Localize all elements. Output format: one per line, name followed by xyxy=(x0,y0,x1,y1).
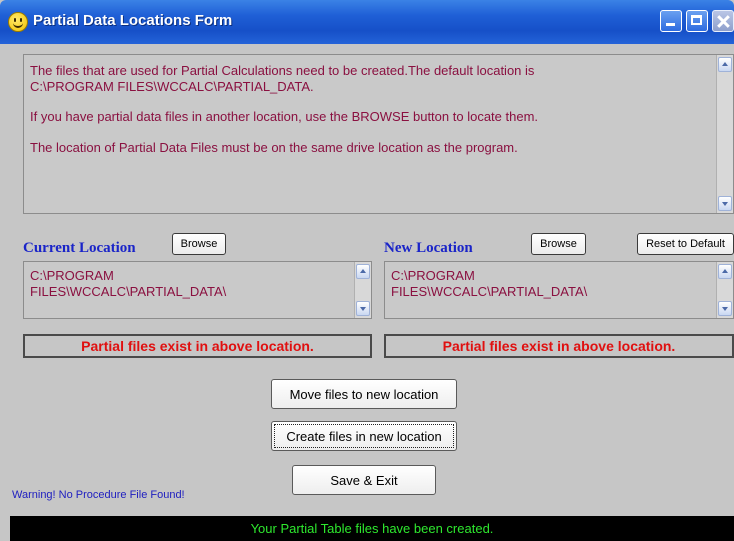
create-files-button[interactable]: Create files in new location xyxy=(271,421,457,451)
current-path-line-1: C:\PROGRAM xyxy=(30,268,114,283)
new-location-path: C:\PROGRAM FILES\WCCALC\PARTIAL_DATA\ xyxy=(391,268,709,299)
current-location-label: Current Location xyxy=(23,240,136,256)
current-location-status: Partial files exist in above location. xyxy=(23,334,372,358)
new-location-textbox[interactable]: C:\PROGRAM FILES\WCCALC\PARTIAL_DATA\ xyxy=(384,261,734,319)
scroll-up-icon[interactable] xyxy=(356,264,370,279)
status-bar: Your Partial Table files have been creat… xyxy=(10,516,734,541)
current-browse-button[interactable]: Browse xyxy=(172,233,226,255)
new-location-status: Partial files exist in above location. xyxy=(384,334,734,358)
reset-to-default-button[interactable]: Reset to Default xyxy=(637,233,734,255)
current-location-textbox[interactable]: C:\PROGRAM FILES\WCCALC\PARTIAL_DATA\ xyxy=(23,261,372,319)
current-path-line-2: FILES\WCCALC\PARTIAL_DATA\ xyxy=(30,283,227,299)
window-title: Partial Data Locations Form xyxy=(33,12,233,29)
info-line-2: C:\PROGRAM FILES\WCCALC\PARTIAL_DATA. xyxy=(30,78,314,94)
new-path-line-1: C:\PROGRAM xyxy=(391,268,475,283)
new-location-label: New Location xyxy=(384,240,473,256)
scroll-down-icon[interactable] xyxy=(356,301,370,316)
save-exit-button[interactable]: Save & Exit xyxy=(292,465,436,495)
current-location-scrollbar[interactable] xyxy=(354,262,371,318)
new-location-scrollbar[interactable] xyxy=(716,262,733,318)
scroll-up-icon[interactable] xyxy=(718,57,732,72)
partial-data-locations-window: Partial Data Locations Form The files th… xyxy=(0,0,734,541)
new-path-line-2: FILES\WCCALC\PARTIAL_DATA\ xyxy=(391,283,588,299)
move-files-button[interactable]: Move files to new location xyxy=(271,379,457,409)
info-textbox[interactable]: The files that are used for Partial Calc… xyxy=(23,54,734,214)
maximize-icon[interactable] xyxy=(686,10,708,32)
current-location-path: C:\PROGRAM FILES\WCCALC\PARTIAL_DATA\ xyxy=(30,268,348,299)
title-bar[interactable]: Partial Data Locations Form xyxy=(0,0,734,44)
scroll-up-icon[interactable] xyxy=(718,264,732,279)
info-line-4: The location of Partial Data Files must … xyxy=(30,139,518,155)
warning-text: Warning! No Procedure File Found! xyxy=(12,489,185,501)
scroll-down-icon[interactable] xyxy=(718,301,732,316)
minimize-icon[interactable] xyxy=(660,10,682,32)
smiley-icon xyxy=(8,12,28,32)
info-text: The files that are used for Partial Calc… xyxy=(30,63,710,170)
info-line-3: If you have partial data files in anothe… xyxy=(30,109,539,124)
scroll-down-icon[interactable] xyxy=(718,196,732,211)
close-icon[interactable] xyxy=(712,10,734,32)
new-browse-button[interactable]: Browse xyxy=(531,233,586,255)
info-scrollbar[interactable] xyxy=(716,55,733,213)
info-line-1: The files that are used for Partial Calc… xyxy=(30,63,535,78)
